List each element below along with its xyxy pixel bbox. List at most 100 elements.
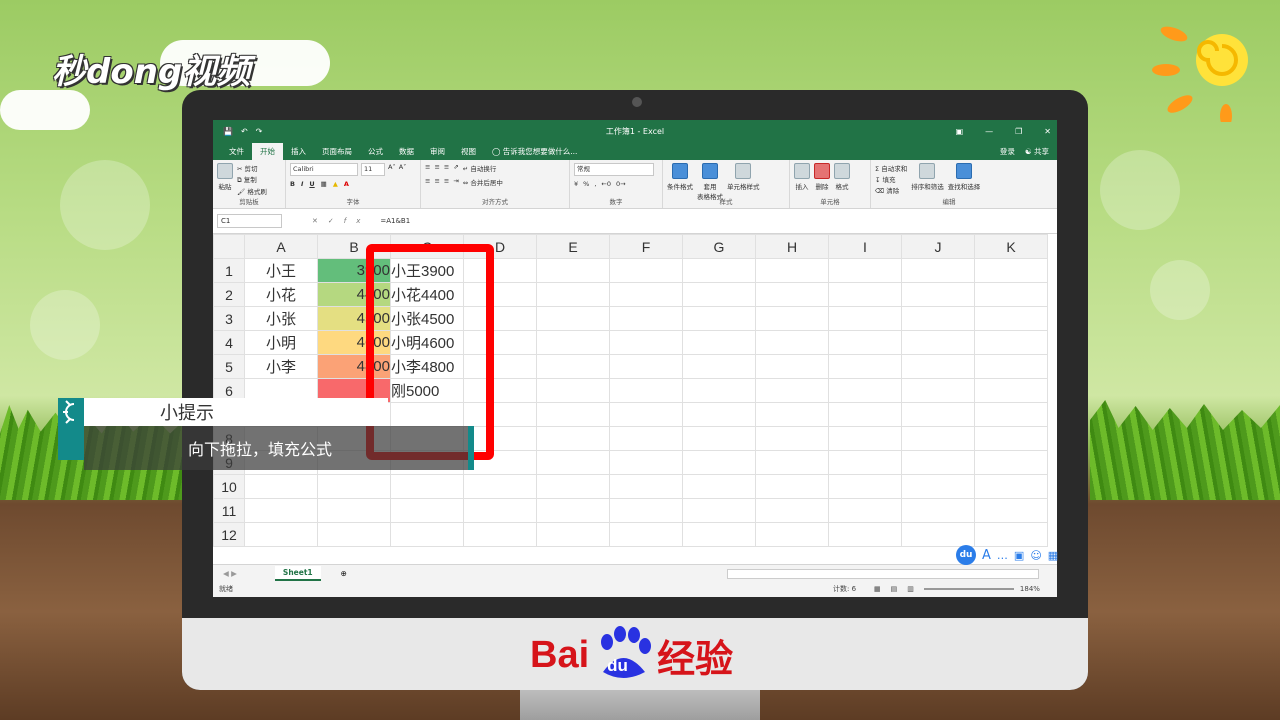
cell-e8[interactable] <box>536 426 610 451</box>
cell-g7[interactable] <box>682 402 756 427</box>
cell-b11[interactable] <box>317 498 391 523</box>
increase-decimal-icon[interactable]: ←0 <box>601 180 611 188</box>
cell-a11[interactable] <box>244 498 318 523</box>
handwrite-icon[interactable]: … <box>997 549 1008 562</box>
align-right-icon[interactable]: ≡ <box>444 177 449 187</box>
indent-icon[interactable]: ⇥ <box>453 177 458 187</box>
tab-home[interactable]: 开始 <box>252 143 283 160</box>
cell-d11[interactable] <box>463 498 537 523</box>
cell-i11[interactable] <box>828 498 902 523</box>
ribbon-options-icon[interactable]: ▣ <box>956 127 964 136</box>
cell-e4[interactable] <box>536 330 610 355</box>
cell-h12[interactable] <box>755 522 829 547</box>
cell-f8[interactable] <box>609 426 683 451</box>
cell-g2[interactable] <box>682 282 756 307</box>
cell-k4[interactable] <box>974 330 1048 355</box>
cell-h7[interactable] <box>755 402 829 427</box>
cell-d10[interactable] <box>463 474 537 499</box>
tab-review[interactable]: 审阅 <box>422 143 453 160</box>
cell-j1[interactable] <box>901 258 975 283</box>
row-header[interactable]: 11 <box>213 498 245 523</box>
sheet-nav-arrows[interactable]: ◀ ▶ <box>223 569 237 578</box>
cell-a2[interactable]: 小花 <box>244 282 318 307</box>
cell-j7[interactable] <box>901 402 975 427</box>
close-button[interactable]: ✕ <box>1044 127 1051 136</box>
cell-i10[interactable] <box>828 474 902 499</box>
cell-k1[interactable] <box>974 258 1048 283</box>
cell-k7[interactable] <box>974 402 1048 427</box>
italic-icon[interactable]: I <box>301 180 303 188</box>
align-center-icon[interactable]: ≡ <box>434 177 439 187</box>
cell-h3[interactable] <box>755 306 829 331</box>
cell-k9[interactable] <box>974 450 1048 475</box>
cell-i12[interactable] <box>828 522 902 547</box>
cell-k2[interactable] <box>974 282 1048 307</box>
cell-h1[interactable] <box>755 258 829 283</box>
cell-i7[interactable] <box>828 402 902 427</box>
cell-a12[interactable] <box>244 522 318 547</box>
formula-input[interactable]: =A1&B1 <box>380 217 410 225</box>
name-box[interactable]: C1 <box>217 214 282 228</box>
cell-g10[interactable] <box>682 474 756 499</box>
cell-i6[interactable] <box>828 378 902 403</box>
cell-g1[interactable] <box>682 258 756 283</box>
font-color-icon[interactable]: A <box>344 180 349 188</box>
column-header-f[interactable]: F <box>609 234 683 259</box>
align-left-icon[interactable]: ≡ <box>425 177 430 187</box>
cell-i4[interactable] <box>828 330 902 355</box>
merge-center-button[interactable]: ⇔ 合并后居中 <box>463 177 503 187</box>
cell-g11[interactable] <box>682 498 756 523</box>
cell-a5[interactable]: 小李 <box>244 354 318 379</box>
cell-b12[interactable] <box>317 522 391 547</box>
cell-h11[interactable] <box>755 498 829 523</box>
font-size-select[interactable]: 11 <box>361 163 385 176</box>
orientation-icon[interactable]: ⇗ <box>453 163 458 173</box>
cell-e1[interactable] <box>536 258 610 283</box>
cell-b10[interactable] <box>317 474 391 499</box>
cell-g5[interactable] <box>682 354 756 379</box>
wrap-text-button[interactable]: ↵ 自动换行 <box>463 163 497 173</box>
cell-k3[interactable] <box>974 306 1048 331</box>
currency-icon[interactable]: ¥ <box>574 180 578 188</box>
column-header-e[interactable]: E <box>536 234 610 259</box>
tab-file[interactable]: 文件 <box>221 143 252 160</box>
cell-f9[interactable] <box>609 450 683 475</box>
cell-g6[interactable] <box>682 378 756 403</box>
cell-e9[interactable] <box>536 450 610 475</box>
baidu-du-icon[interactable]: du <box>956 545 976 565</box>
border-icon[interactable]: ▦ <box>321 180 327 188</box>
cell-e7[interactable] <box>536 402 610 427</box>
cell-f10[interactable] <box>609 474 683 499</box>
cell-j11[interactable] <box>901 498 975 523</box>
copy-button[interactable]: ⧉ 复制 <box>237 174 267 185</box>
cell-g12[interactable] <box>682 522 756 547</box>
cell-k8[interactable] <box>974 426 1048 451</box>
row-header[interactable]: 12 <box>213 522 245 547</box>
column-header-h[interactable]: H <box>755 234 829 259</box>
decrease-decimal-icon[interactable]: 0→ <box>616 180 626 188</box>
cell-a4[interactable]: 小明 <box>244 330 318 355</box>
cell-f6[interactable] <box>609 378 683 403</box>
cell-h6[interactable] <box>755 378 829 403</box>
format-painter-button[interactable]: 🖌 格式刷 <box>237 186 267 196</box>
sign-in-link[interactable]: 登录 <box>1000 146 1015 157</box>
cell-e2[interactable] <box>536 282 610 307</box>
cell-f4[interactable] <box>609 330 683 355</box>
cell-k6[interactable] <box>974 378 1048 403</box>
cell-k12[interactable] <box>974 522 1048 547</box>
cell-a10[interactable] <box>244 474 318 499</box>
number-format-select[interactable]: 常规 <box>574 163 654 176</box>
tab-view[interactable]: 视图 <box>453 143 484 160</box>
view-page-break-icon[interactable]: ▥ <box>907 585 914 593</box>
row-header[interactable]: 10 <box>213 474 245 499</box>
cell-e10[interactable] <box>536 474 610 499</box>
cell-d12[interactable] <box>463 522 537 547</box>
row-header[interactable]: 2 <box>213 282 245 307</box>
cell-j2[interactable] <box>901 282 975 307</box>
row-header[interactable]: 3 <box>213 306 245 331</box>
tell-me-box[interactable]: ◯ 告诉我您想要做什么... <box>484 143 585 160</box>
cell-f7[interactable] <box>609 402 683 427</box>
cell-a1[interactable]: 小王 <box>244 258 318 283</box>
cell-h4[interactable] <box>755 330 829 355</box>
tab-data[interactable]: 数据 <box>391 143 422 160</box>
